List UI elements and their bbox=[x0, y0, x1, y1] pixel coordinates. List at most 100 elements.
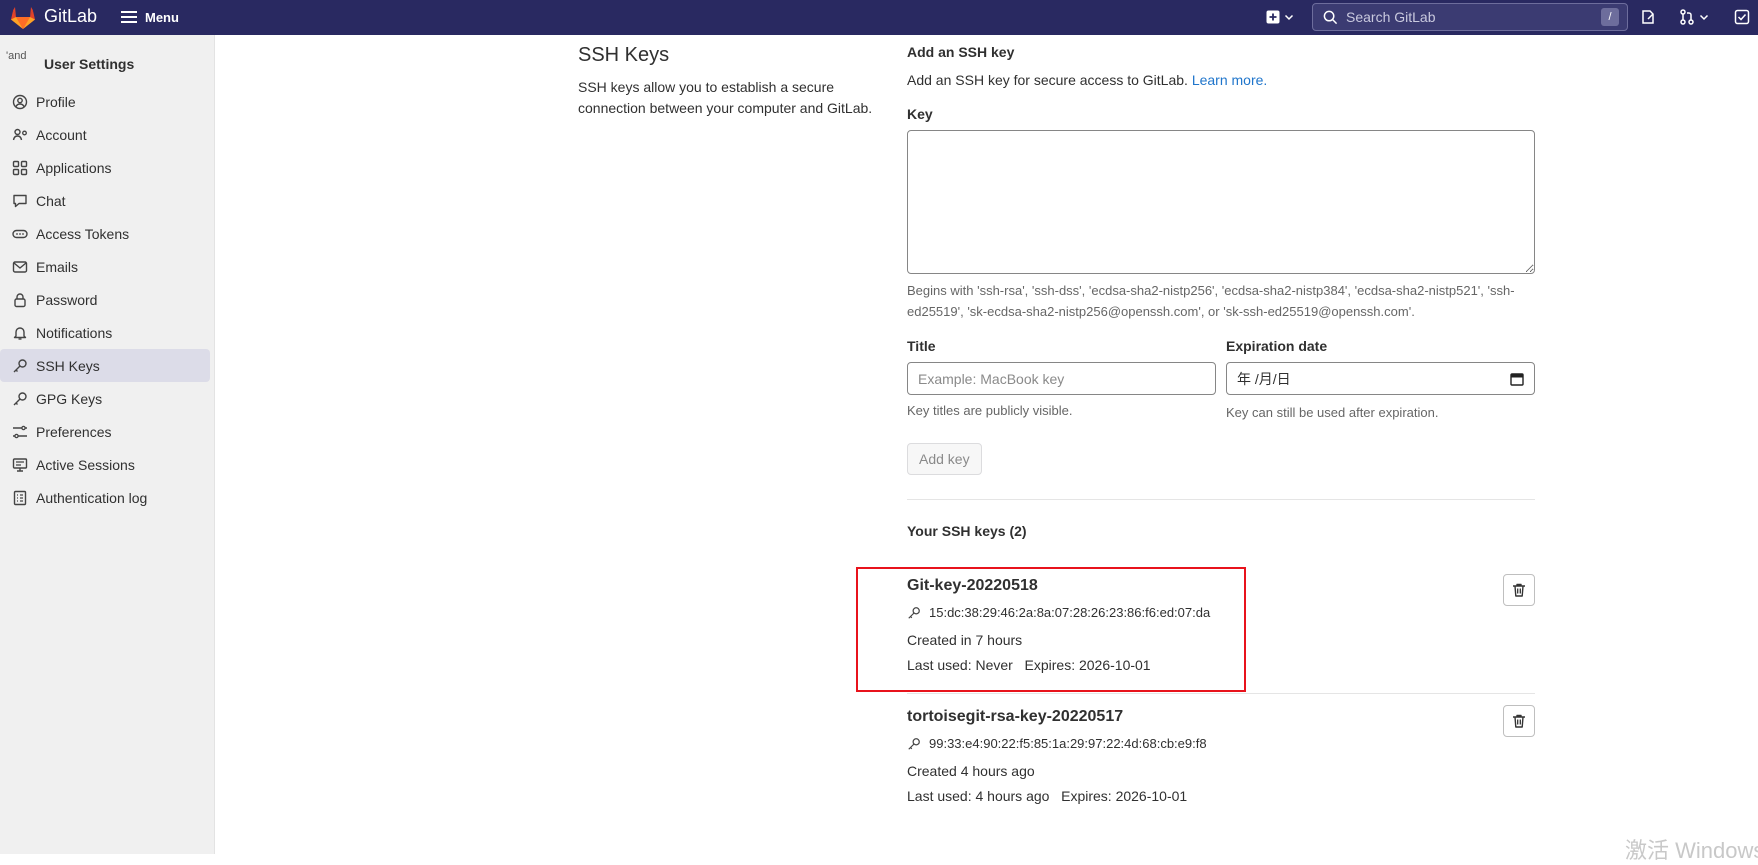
delete-key-button[interactable] bbox=[1503, 705, 1535, 737]
sidebar-item-label: Chat bbox=[36, 192, 66, 209]
fingerprint-text: 99:33:e4:90:22:f5:85:1a:29:97:22:4d:68:c… bbox=[929, 736, 1207, 751]
plus-square-icon bbox=[1266, 10, 1280, 24]
ssh-key-last-used: Last used: 4 hours ago bbox=[907, 788, 1050, 804]
key-help-text: Begins with 'ssh-rsa', 'ssh-dss', 'ecdsa… bbox=[907, 283, 1515, 319]
form-description: Add an SSH key for secure access to GitL… bbox=[907, 72, 1535, 88]
sidebar-title: User Settings bbox=[44, 56, 135, 72]
settings-sidebar: 'and User Settings Profile Account Appli… bbox=[0, 35, 215, 854]
title-help-text: Key titles are publicly visible. bbox=[907, 403, 1073, 418]
sidebar-header[interactable]: 'and User Settings bbox=[0, 35, 214, 83]
log-icon bbox=[13, 490, 27, 505]
ssh-key-item: tortoisegit-rsa-key-20220517 99:33:e4:90… bbox=[907, 705, 1535, 804]
title-field: Title Key titles are publicly visible. bbox=[907, 338, 1216, 423]
title-input[interactable] bbox=[907, 362, 1216, 395]
chevron-down-icon bbox=[1284, 14, 1294, 21]
form-divider bbox=[907, 499, 1535, 500]
gitlab-logo-icon[interactable] bbox=[10, 6, 36, 30]
ssh-key-title[interactable]: tortoisegit-rsa-key-20220517 bbox=[907, 708, 1535, 726]
hamburger-icon bbox=[121, 11, 137, 23]
key-label: Key bbox=[907, 106, 933, 122]
trash-icon bbox=[1513, 583, 1525, 597]
profile-icon bbox=[12, 94, 28, 109]
search-box[interactable]: / bbox=[1312, 3, 1628, 31]
sidebar-item-label: GPG Keys bbox=[36, 390, 103, 407]
menu-label: Menu bbox=[145, 9, 179, 25]
token-icon bbox=[12, 229, 28, 238]
sidebar-item-profile[interactable]: Profile bbox=[0, 85, 210, 118]
trash-icon bbox=[1513, 714, 1525, 728]
todos-button[interactable] bbox=[1734, 6, 1750, 28]
search-shortcut-badge: / bbox=[1601, 8, 1619, 26]
merge-requests-button[interactable] bbox=[1679, 6, 1709, 28]
key-icon bbox=[908, 737, 920, 750]
issues-button[interactable] bbox=[1640, 6, 1656, 28]
ssh-key-fingerprint: 99:33:e4:90:22:f5:85:1a:29:97:22:4d:68:c… bbox=[907, 736, 1535, 751]
sidebar-item-label: Profile bbox=[36, 93, 76, 110]
sidebar-item-label: SSH Keys bbox=[36, 357, 100, 374]
avatar: 'and bbox=[6, 50, 27, 62]
sidebar-item-preferences[interactable]: Preferences bbox=[0, 415, 210, 448]
page-title: SSH Keys bbox=[578, 44, 670, 66]
todo-icon bbox=[1642, 10, 1654, 24]
expiration-help-text: Key can still be used after expiration. bbox=[1226, 405, 1439, 420]
calendar-icon[interactable] bbox=[1510, 372, 1524, 386]
sidebar-item-active-sessions[interactable]: Active Sessions bbox=[0, 448, 210, 481]
sidebar-item-applications[interactable]: Applications bbox=[0, 151, 210, 184]
account-icon bbox=[12, 128, 27, 140]
sidebar-item-label: Authentication log bbox=[36, 489, 148, 506]
sidebar-item-emails[interactable]: Emails bbox=[0, 250, 210, 283]
ssh-key-usage: Last used: 4 hours ago Expires: 2026-10-… bbox=[907, 788, 1535, 804]
sidebar-item-label: Password bbox=[36, 291, 98, 308]
sidebar-item-label: Emails bbox=[36, 258, 79, 275]
sidebar-item-account[interactable]: Account bbox=[0, 118, 210, 151]
sidebar-item-notifications[interactable]: Notifications bbox=[0, 316, 210, 349]
sidebar-item-label: Notifications bbox=[36, 324, 113, 341]
sidebar-item-authentication-log[interactable]: Authentication log bbox=[0, 481, 210, 514]
search-input[interactable] bbox=[1346, 9, 1596, 25]
windows-activation-watermark: 激活 Windows bbox=[1625, 838, 1758, 863]
sidebar-item-label: Active Sessions bbox=[36, 456, 135, 473]
sidebar-item-label: Account bbox=[36, 126, 87, 143]
ssh-key-expires: Expires: 2026-10-01 bbox=[1061, 788, 1188, 804]
key-list-separator bbox=[907, 693, 1535, 694]
sidebar-item-label: Preferences bbox=[36, 423, 112, 440]
expiration-date-value: 年 /月/日 bbox=[1237, 370, 1291, 387]
sidebar-item-password[interactable]: Password bbox=[0, 283, 210, 316]
chat-icon bbox=[13, 194, 27, 207]
form-title: Add an SSH key bbox=[907, 44, 1015, 60]
preferences-icon bbox=[13, 425, 27, 438]
mail-icon bbox=[12, 260, 28, 273]
expiration-label: Expiration date bbox=[1226, 338, 1328, 354]
sidebar-item-label: Access Tokens bbox=[36, 225, 130, 242]
ssh-keys-list-heading: Your SSH keys (2) bbox=[907, 523, 1027, 539]
lock-icon bbox=[14, 292, 26, 307]
bell-icon bbox=[13, 326, 27, 340]
merge-request-icon bbox=[1680, 9, 1694, 25]
applications-icon bbox=[12, 160, 28, 175]
key-icon bbox=[13, 391, 27, 405]
add-ssh-key-form: Add an SSH key Add an SSH key for secure… bbox=[907, 44, 1535, 539]
form-description-text: Add an SSH key for secure access to GitL… bbox=[907, 72, 1188, 88]
annotation-highlight-box bbox=[856, 567, 1246, 692]
sidebar-item-ssh-keys[interactable]: SSH Keys bbox=[0, 349, 210, 382]
expiration-field: Expiration date 年 /月/日 Key can still be … bbox=[1226, 338, 1535, 423]
delete-key-button[interactable] bbox=[1503, 574, 1535, 606]
sidebar-item-chat[interactable]: Chat bbox=[0, 184, 210, 217]
learn-more-link[interactable]: Learn more. bbox=[1192, 72, 1267, 88]
ssh-key-created: Created 4 hours ago bbox=[907, 763, 1035, 779]
key-textarea[interactable] bbox=[907, 130, 1535, 274]
top-navbar: GitLab Menu / bbox=[0, 0, 1758, 35]
chevron-down-icon bbox=[1699, 14, 1709, 21]
add-key-button[interactable]: Add key bbox=[907, 443, 982, 475]
sidebar-item-gpg-keys[interactable]: GPG Keys bbox=[0, 382, 210, 415]
menu-button[interactable]: Menu bbox=[121, 5, 179, 29]
page-description: SSH keys allow you to establish a secure… bbox=[578, 79, 873, 116]
brand-name[interactable]: GitLab bbox=[44, 6, 97, 27]
sidebar-item-access-tokens[interactable]: Access Tokens bbox=[0, 217, 210, 250]
new-dropdown-button[interactable] bbox=[1266, 6, 1294, 28]
expiration-date-input[interactable]: 年 /月/日 bbox=[1226, 362, 1535, 395]
sidebar-item-label: Applications bbox=[36, 159, 112, 176]
checkbox-icon bbox=[1734, 9, 1750, 25]
title-label: Title bbox=[907, 338, 936, 354]
search-icon bbox=[1323, 10, 1338, 24]
